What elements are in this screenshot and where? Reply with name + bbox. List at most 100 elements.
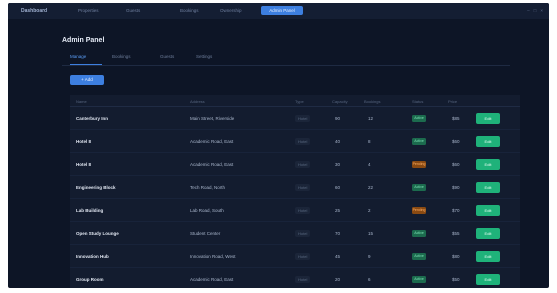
status-badge: Pending <box>412 207 426 214</box>
edit-button[interactable]: Edit <box>476 274 500 285</box>
column-header-address[interactable]: Address <box>190 99 205 104</box>
column-header-name[interactable]: Name <box>76 99 87 104</box>
row-address: Academic Road, East <box>190 162 234 167</box>
table-row[interactable]: Group Room Academic Road, East Hotel 20 6 Act… <box>70 269 520 288</box>
row-capacity: 20 <box>335 277 341 282</box>
row-name: Engineering Block <box>76 185 116 190</box>
edit-button[interactable]: Edit <box>476 159 500 170</box>
row-name: Lab Building <box>76 208 104 213</box>
row-address: Academic Road, East <box>190 139 234 144</box>
row-bookings: 12 <box>368 116 374 121</box>
row-address: Innovation Road, West <box>190 254 236 259</box>
minimize-icon[interactable]: – <box>527 8 530 13</box>
tab-guests[interactable]: Guests <box>160 54 174 59</box>
row-price: $70 <box>452 208 460 213</box>
tab-manage[interactable]: Manage <box>70 54 86 59</box>
row-price: $85 <box>452 116 460 121</box>
add-button[interactable]: + Add <box>70 75 104 85</box>
row-bookings: 2 <box>368 208 371 213</box>
nav-link-guests[interactable]: Guests <box>126 8 140 13</box>
edit-button[interactable]: Edit <box>476 251 500 262</box>
table-row[interactable]: Innovation Hub Innovation Road, West Hotel… <box>70 246 520 268</box>
row-price: $55 <box>452 231 460 236</box>
close-icon[interactable]: × <box>540 8 543 13</box>
row-capacity: 60 <box>335 185 341 190</box>
row-address: Lab Road, South <box>190 208 224 213</box>
row-name: Innovation Hub <box>76 254 109 259</box>
row-bookings: 15 <box>368 231 374 236</box>
row-address: Main Street, Riverside <box>190 116 235 121</box>
row-address: Tech Road, North <box>190 185 226 190</box>
column-header-capacity[interactable]: Capacity <box>332 99 348 104</box>
edit-button[interactable]: Edit <box>476 136 500 147</box>
row-capacity: 40 <box>335 139 341 144</box>
row-type: Hotel <box>295 115 311 122</box>
row-name: Hotel 8 <box>76 162 92 167</box>
nav-link-ownership[interactable]: Ownership <box>220 8 242 13</box>
app-window: Dashboard Properties Guests Bookings Own… <box>8 3 549 288</box>
column-header-status[interactable]: Status <box>412 99 423 104</box>
column-header-price[interactable]: Price <box>448 99 457 104</box>
row-bookings: 6 <box>368 277 371 282</box>
edit-button[interactable]: Edit <box>476 113 500 124</box>
edit-button[interactable]: Edit <box>476 228 500 239</box>
row-type: Hotel <box>295 161 311 168</box>
status-badge: Active <box>412 115 426 122</box>
row-bookings: 8 <box>368 139 371 144</box>
row-bookings: 4 <box>368 162 371 167</box>
row-address: Academic Road, East <box>190 277 234 282</box>
top-navigation-bar: Dashboard Properties Guests Bookings Own… <box>8 3 549 19</box>
row-price: $50 <box>452 277 460 282</box>
maximize-icon[interactable]: □ <box>534 8 537 13</box>
row-capacity: 25 <box>335 208 341 213</box>
table-row[interactable]: Canterbury Inn Main Street, Riverside Hote… <box>70 108 520 130</box>
column-header-bookings[interactable]: Bookings <box>364 99 380 104</box>
status-badge: Pending <box>412 161 426 168</box>
row-price: $80 <box>452 254 460 259</box>
row-type: Hotel <box>295 276 311 283</box>
row-capacity: 45 <box>335 254 341 259</box>
tab-bookings[interactable]: Bookings <box>112 54 131 59</box>
status-badge: Active <box>412 253 426 260</box>
table-header: Name Address Type Capacity Bookings Stat… <box>70 95 520 107</box>
row-name: Group Room <box>76 277 104 282</box>
nav-link-properties[interactable]: Properties <box>78 8 99 13</box>
window-controls: – □ × <box>527 8 543 13</box>
row-price: $60 <box>452 162 460 167</box>
row-type: Hotel <box>295 230 311 237</box>
edit-button[interactable]: Edit <box>476 205 500 216</box>
status-badge: Active <box>412 184 426 191</box>
status-badge: Active <box>412 138 426 145</box>
row-price: $60 <box>452 139 460 144</box>
row-bookings: 9 <box>368 254 371 259</box>
row-address: Student Center <box>190 231 221 236</box>
row-type: Hotel <box>295 138 311 145</box>
column-header-type[interactable]: Type <box>295 99 304 104</box>
row-type: Hotel <box>295 184 311 191</box>
row-capacity: 90 <box>335 116 341 121</box>
row-bookings: 22 <box>368 185 374 190</box>
nav-link-bookings[interactable]: Bookings <box>180 8 199 13</box>
properties-table: Name Address Type Capacity Bookings Stat… <box>70 95 520 288</box>
page-title: Admin Panel <box>62 37 105 44</box>
row-price: $90 <box>452 185 460 190</box>
table-row[interactable]: Engineering Block Tech Road, North Hotel 60… <box>70 177 520 199</box>
row-name: Open Study Lounge <box>76 231 119 236</box>
tab-settings[interactable]: Settings <box>196 54 212 59</box>
status-badge: Active <box>412 276 426 283</box>
row-name: Canterbury Inn <box>76 116 109 121</box>
table-row[interactable]: Hotel 8 Academic Road, East Hotel 40 8 Active… <box>70 131 520 153</box>
row-type: Hotel <box>295 253 311 260</box>
row-type: Hotel <box>295 207 311 214</box>
brand-logo[interactable]: Dashboard <box>21 8 47 14</box>
edit-button[interactable]: Edit <box>476 182 500 193</box>
tab-divider <box>62 65 510 66</box>
table-row[interactable]: Lab Building Lab Road, South Hotel 25 2 Pendi… <box>70 200 520 222</box>
nav-link-admin-panel[interactable]: Admin Panel <box>261 6 303 15</box>
row-capacity: 30 <box>335 162 341 167</box>
table-row[interactable]: Open Study Lounge Student Center Hotel 70 15… <box>70 223 520 245</box>
row-capacity: 70 <box>335 231 341 236</box>
status-badge: Active <box>412 230 426 237</box>
row-name: Hotel 8 <box>76 139 92 144</box>
table-row[interactable]: Hotel 8 Academic Road, East Hotel 30 4 Pendin… <box>70 154 520 176</box>
